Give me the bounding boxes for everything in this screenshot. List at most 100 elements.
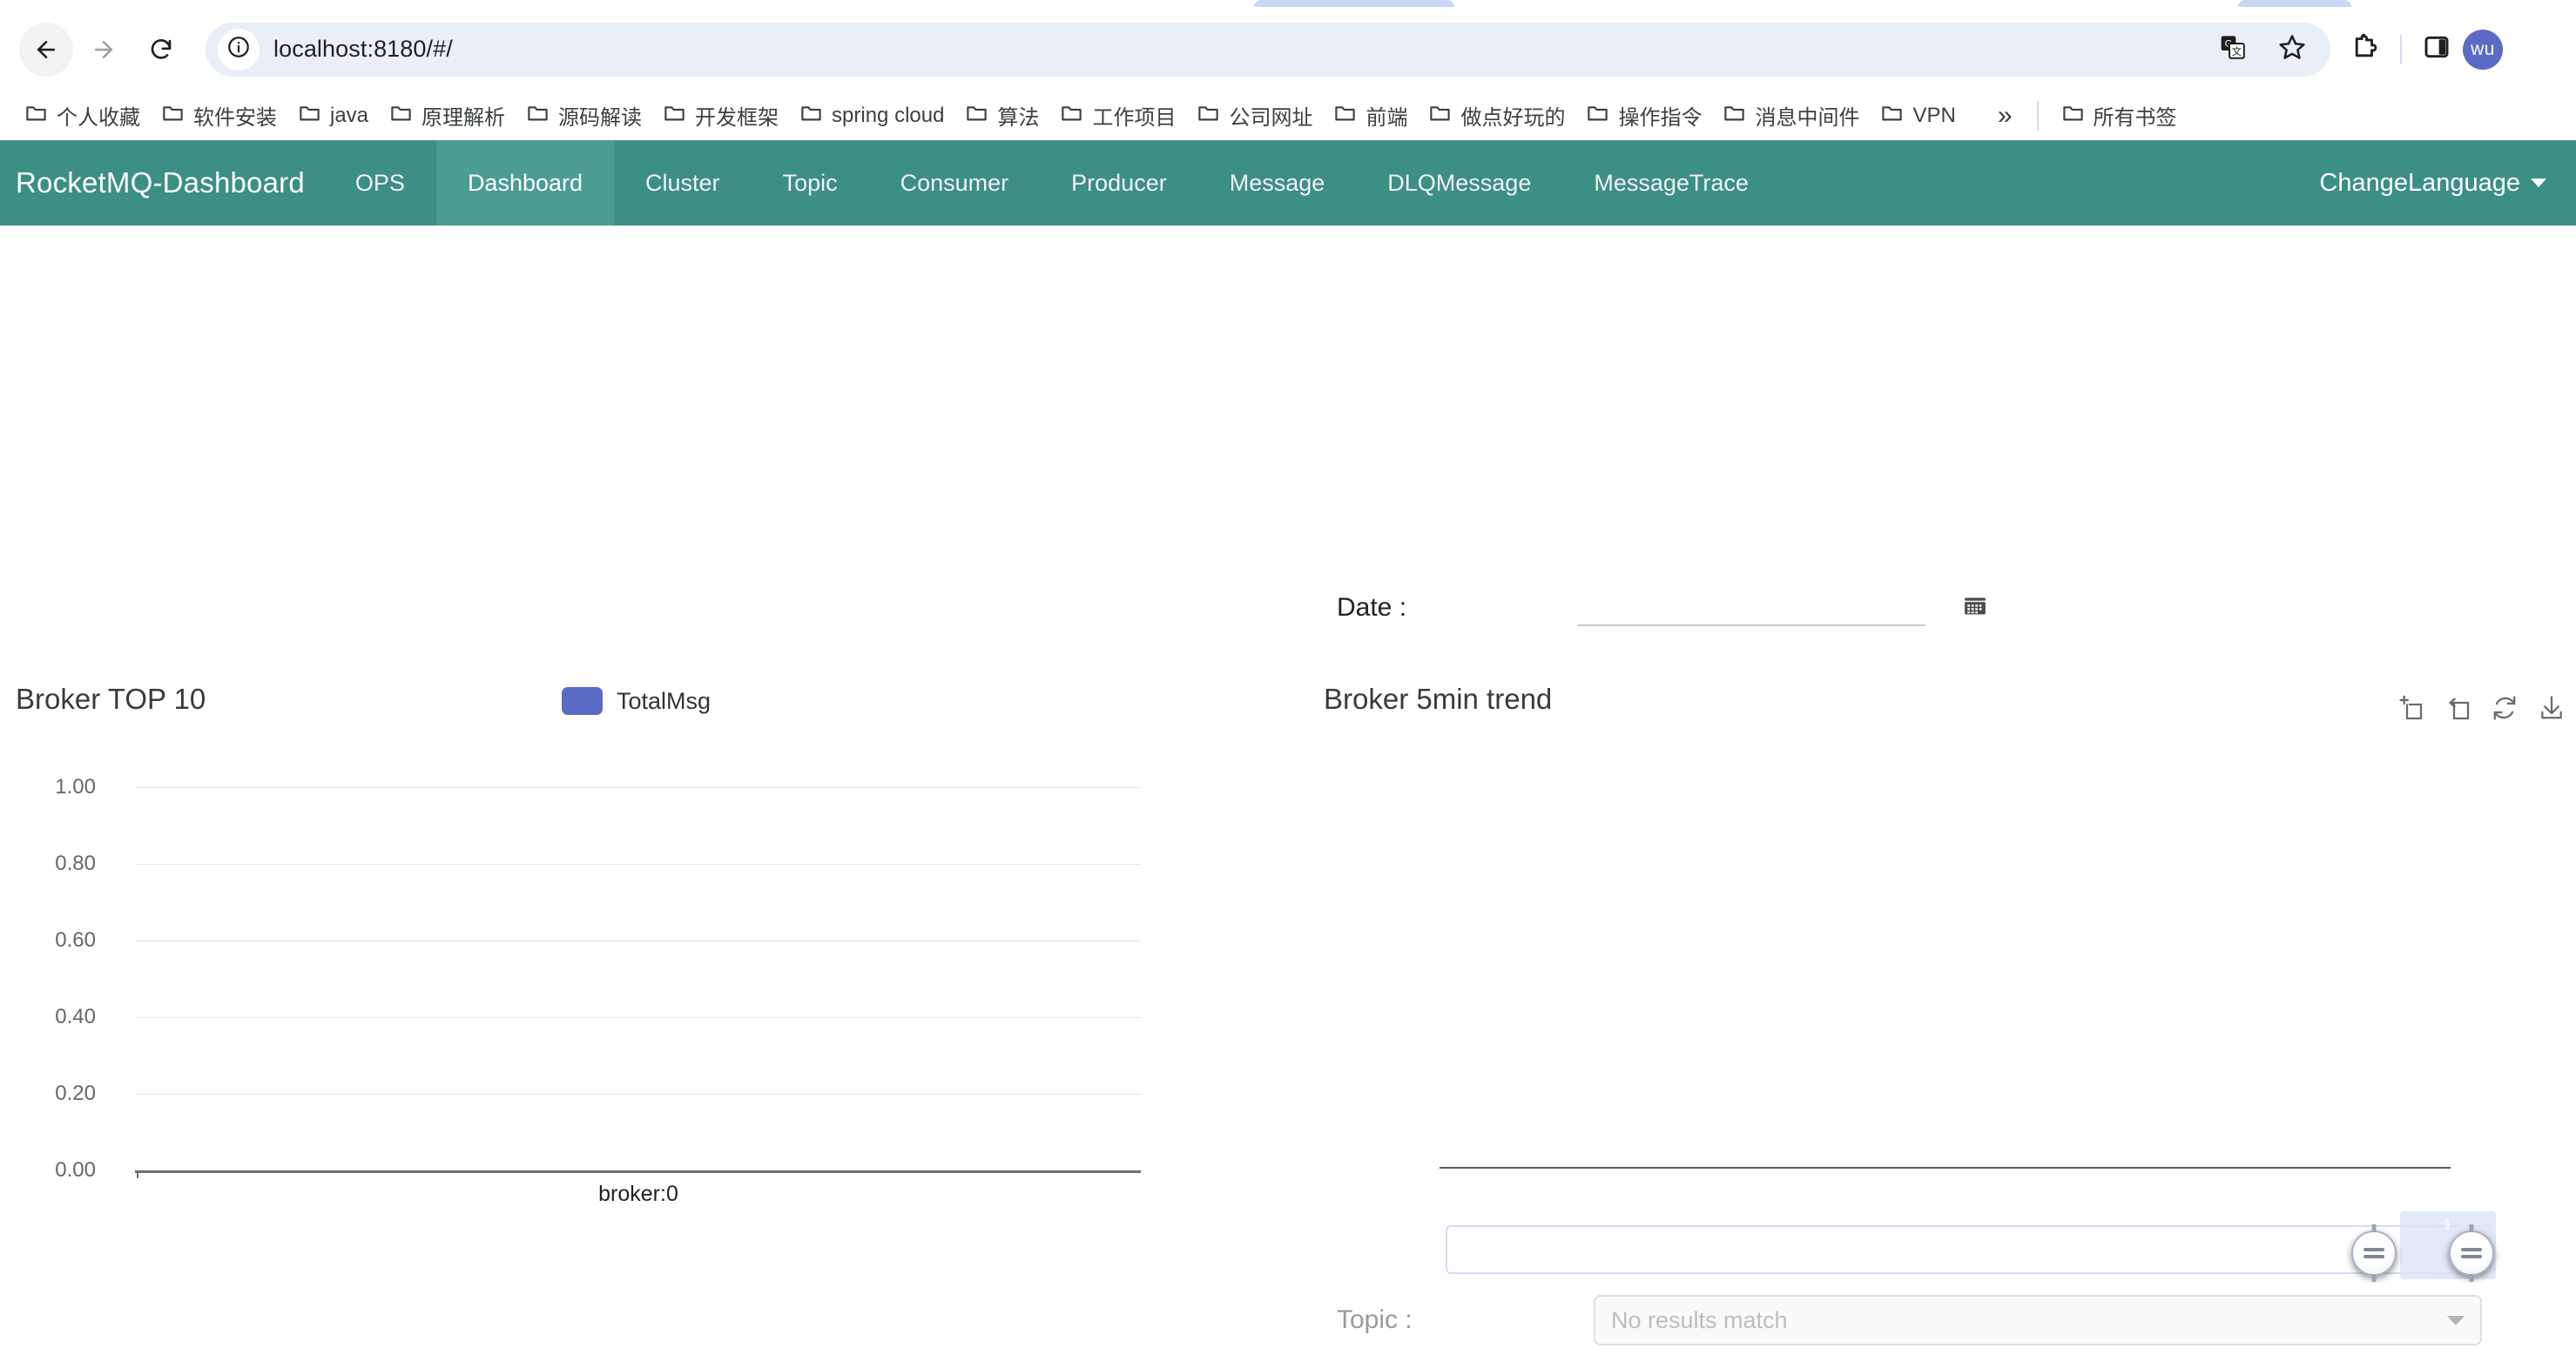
bookmark-label: 个人收藏: [57, 106, 140, 130]
bookmark-item[interactable]: 算法: [954, 95, 1049, 136]
tab-strip: [0, 0, 2576, 7]
restore-zoom-icon[interactable]: [2444, 694, 2471, 726]
gridline: [135, 1017, 1141, 1018]
folder-icon: [1723, 101, 1746, 131]
bookmark-item[interactable]: 公司网址: [1186, 95, 1323, 136]
bookmark-item[interactable]: 软件安装: [151, 95, 287, 136]
bookmark-item[interactable]: 做点好玩的: [1418, 95, 1575, 136]
nav-item-dlqmessage[interactable]: DLQMessage: [1356, 140, 1562, 226]
bookmarks-divider: [2036, 100, 2039, 131]
side-panel-icon: [2423, 33, 2451, 65]
bookmark-item[interactable]: spring cloud: [789, 96, 954, 136]
folder-icon: [965, 101, 988, 131]
data-zoom-slider[interactable]: ⦀: [1446, 1211, 2496, 1282]
address-bar[interactable]: localhost:8180/#/ G文: [206, 22, 2330, 77]
nav-item-message[interactable]: Message: [1198, 140, 1357, 226]
y-tick: 1.00: [55, 775, 96, 799]
nav-item-producer[interactable]: Producer: [1040, 140, 1198, 226]
gridline: [135, 1094, 1141, 1095]
download-icon[interactable]: [2538, 694, 2566, 726]
browser-tab[interactable]: [1254, 0, 1454, 7]
site-info-button[interactable]: [218, 28, 260, 71]
bookmark-item[interactable]: java: [287, 96, 379, 136]
bookmark-label: 公司网址: [1229, 106, 1313, 130]
toolbar-divider: [2400, 34, 2402, 64]
bookmark-item[interactable]: 开发框架: [652, 95, 789, 136]
handle-nub-top-icon: [2371, 1224, 2377, 1232]
data-zoom-handle-left[interactable]: [2351, 1224, 2397, 1282]
avatar[interactable]: wu: [2463, 29, 2503, 70]
bookmark-item[interactable]: VPN: [1870, 96, 1966, 136]
bookmark-label: 算法: [997, 106, 1040, 130]
side-panel-button[interactable]: [2414, 27, 2459, 72]
browser-tab[interactable]: [2238, 0, 2351, 7]
bookmark-item[interactable]: 操作指令: [1575, 95, 1712, 136]
forward-button[interactable]: [77, 23, 131, 77]
omnibox-actions: G文: [2210, 23, 2323, 77]
handle-grip-icon: [2461, 1244, 2482, 1262]
back-arrow-icon: [33, 37, 59, 63]
data-zoom-icon[interactable]: [2397, 694, 2424, 726]
gridline: [135, 787, 1141, 788]
bookmark-label: 前端: [1366, 106, 1408, 130]
nav-item-ops[interactable]: OPS: [324, 140, 436, 226]
nav-item-topic[interactable]: Topic: [752, 140, 869, 226]
legend-broker-top10[interactable]: TotalMsg: [562, 687, 711, 715]
bookmark-item[interactable]: 前端: [1323, 95, 1418, 136]
calendar-icon[interactable]: [1962, 593, 1988, 624]
chevron-down-icon: [2447, 1315, 2465, 1325]
chart-broker-top10[interactable]: 1.00 0.80 0.60 0.40 0.20 0.00 broker:0: [0, 748, 1150, 1206]
extensions-button[interactable]: [2343, 27, 2388, 72]
date-input[interactable]: [1577, 590, 1926, 626]
star-icon: [2278, 33, 2306, 65]
bookmark-item[interactable]: 工作项目: [1049, 95, 1186, 136]
topic-select[interactable]: No results match: [1594, 1295, 2482, 1345]
folder-icon: [1060, 101, 1083, 131]
data-zoom-handle-right[interactable]: [2449, 1224, 2494, 1282]
chevron-down-icon: [2531, 179, 2546, 187]
refresh-icon[interactable]: [2491, 694, 2519, 726]
nav-item-dashboard[interactable]: Dashboard: [435, 140, 615, 226]
panel-title-broker-trend: Broker 5min trend: [1324, 683, 1553, 715]
bookmarks-overflow-button[interactable]: »: [1986, 101, 2025, 131]
handle-nub-bottom-icon: [2469, 1274, 2474, 1282]
nav-item-messagetrace[interactable]: MessageTrace: [1562, 140, 1780, 226]
change-language-label: ChangeLanguage: [2319, 168, 2520, 197]
panel-broker-trend: Broker 5min trend: [1324, 683, 1552, 716]
folder-icon: [1333, 101, 1357, 131]
bookmark-label: VPN: [1912, 103, 1956, 127]
reload-icon: [148, 37, 174, 63]
bookmark-label: java: [330, 103, 369, 127]
translate-button[interactable]: G文: [2210, 27, 2256, 72]
y-tick: 0.00: [55, 1158, 96, 1182]
bookmark-item[interactable]: 原理解析: [379, 95, 516, 136]
reload-button[interactable]: [134, 23, 188, 77]
date-label: Date :: [1337, 593, 1407, 622]
x-axis-tick: [137, 1170, 138, 1178]
x-axis: [135, 1170, 1141, 1173]
data-zoom-grip-icon: ⦀: [2444, 1218, 2452, 1233]
change-language-dropdown[interactable]: ChangeLanguage: [2319, 140, 2576, 226]
back-button[interactable]: [19, 22, 73, 77]
address-bar-url: localhost:8180/#/: [273, 36, 453, 62]
bookmark-item[interactable]: 源码解读: [516, 95, 652, 136]
bookmark-item[interactable]: 个人收藏: [14, 95, 151, 136]
folder-icon: [389, 101, 413, 131]
bookmark-button[interactable]: [2269, 27, 2315, 72]
translate-icon: G文: [2219, 33, 2247, 65]
bookmark-item[interactable]: 消息中间件: [1712, 95, 1870, 136]
y-tick: 0.20: [55, 1082, 96, 1105]
bookmarks-bar: 个人收藏 软件安装 java 原理解析 源码解读 开发框架 spring clo…: [0, 91, 2576, 140]
bookmark-label: 做点好玩的: [1460, 106, 1566, 130]
bookmark-label: spring cloud: [832, 103, 945, 127]
bookmark-label: 软件安装: [193, 106, 277, 130]
dashboard-page: Date : Broker TOP 10 TotalMsg 1.00 0.80 …: [0, 226, 2576, 1355]
toolbox-broker-trend: [2397, 694, 2566, 726]
folder-icon: [1197, 101, 1220, 131]
all-bookmarks-button[interactable]: 所有书签: [2051, 95, 2188, 136]
nav-item-consumer[interactable]: Consumer: [869, 140, 1041, 226]
nav-item-cluster[interactable]: Cluster: [614, 140, 752, 226]
folder-icon: [1428, 101, 1452, 131]
app-brand[interactable]: RocketMQ-Dashboard: [0, 140, 324, 226]
